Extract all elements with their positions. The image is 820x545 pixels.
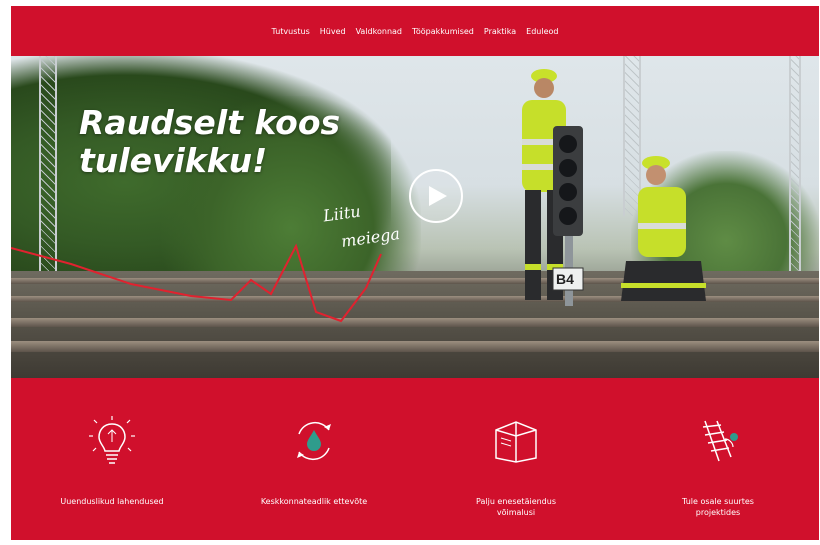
nav-link-huved[interactable]: Hüved (320, 27, 346, 36)
nav-link-valdkonnad[interactable]: Valdkonnad (356, 27, 402, 36)
hero-headline-line2: tulevikku! (79, 141, 268, 180)
feature-label-innovative: Uuenduslikud lahendused (60, 497, 164, 506)
nav-link-toopakkumised[interactable]: Tööpakkumised (412, 27, 474, 36)
top-navigation: Tutvustus Hüved Valdkonnad Tööpakkumised… (11, 6, 819, 56)
page-frame: Tutvustus Hüved Valdkonnad Tööpakkumised… (11, 6, 819, 540)
eco-cycle-icon (297, 421, 331, 461)
feature-label-development: Palju enesetäiendus võimalusi (476, 497, 556, 517)
features-section: Uuenduslikud lahendused Keskkonnateadlik… (11, 378, 819, 540)
nav-link-praktika[interactable]: Praktika (484, 27, 516, 36)
lightbulb-icon (89, 416, 135, 464)
signal-plate-label: B4 (556, 271, 574, 287)
catenary-mast-right (789, 56, 801, 271)
hero-headline: Raudselt koos tulevikku! (79, 104, 340, 180)
railway-track-icon (702, 420, 738, 462)
feature-label-eco: Keskkonnateadlik ettevõte (260, 497, 368, 506)
worker-kneeling-illustration (621, 156, 706, 301)
feature-self-development: Palju enesetäiendus võimalusi (415, 378, 617, 540)
rail-front (11, 341, 819, 352)
feature-eco-company: Keskkonnateadlik ettevõte (213, 378, 415, 540)
video-play-button[interactable] (409, 169, 463, 223)
book-icon (495, 421, 537, 463)
feature-big-projects: Tule osale suurtes projektides (617, 378, 819, 540)
feature-innovative-solutions: Uuenduslikud lahendused (11, 378, 213, 540)
play-icon (429, 186, 447, 206)
nav-link-tutvustus[interactable]: Tutvustus (272, 27, 310, 36)
feature-label-projects: Tule osale suurtes projektides (682, 497, 754, 517)
hero-headline-line1: Raudselt koos (79, 103, 341, 142)
nav-link-eduleod[interactable]: Eduleod (526, 27, 558, 36)
hero-banner: B4 Raudselt koos tulevikku! Liitu meiega (11, 56, 819, 378)
